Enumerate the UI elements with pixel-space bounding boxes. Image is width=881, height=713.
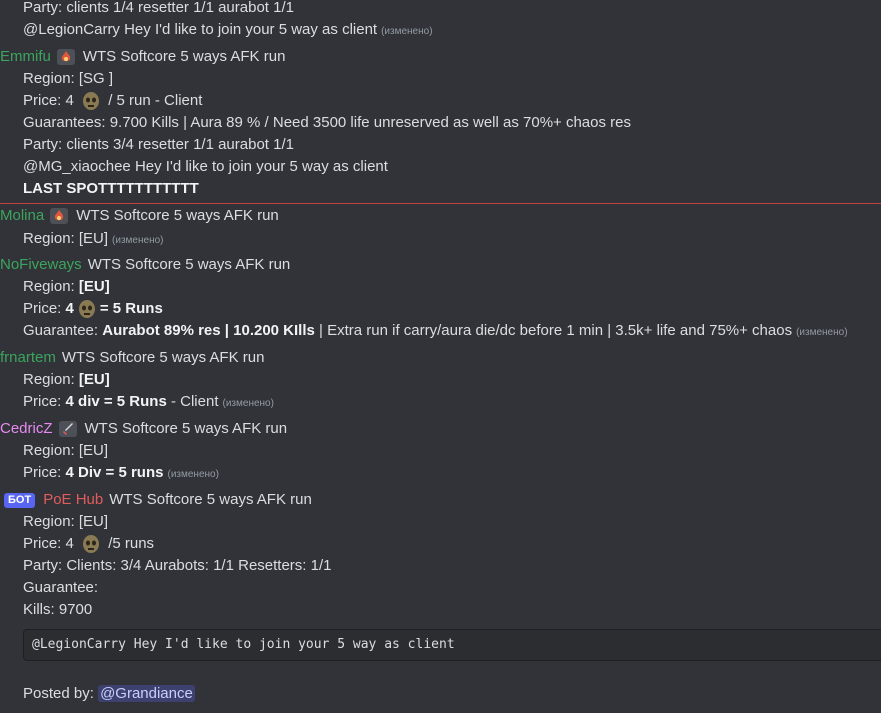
message-header: БОТ PoE Hub WTS Softcore 5 ways AFK run [0, 489, 312, 511]
message-line: Price: 4 div = 5 Runs - Client (изменено) [23, 391, 274, 415]
sword-icon [62, 423, 73, 435]
message-title: WTS Softcore 5 ways AFK run [61, 349, 265, 366]
message-header: Molina WTS Softcore 5 ways AFK run [0, 205, 279, 227]
message-header: CedricZ WTS Softcore 5 ways AFK run [0, 418, 287, 440]
message-header: Emmifu WTS Softcore 5 ways AFK run [0, 46, 285, 68]
role-icon[interactable] [56, 49, 75, 65]
message-line: Region: [EU] [23, 369, 110, 391]
price-label: Price: [23, 464, 62, 481]
price-value: 4 Div = 5 runs [65, 464, 164, 481]
message-line: Price: 4 / 5 run - Client [23, 90, 202, 112]
message-line: Posted by: @Grandiance [23, 683, 195, 705]
edited-label: (изменено) [167, 469, 219, 480]
author-name[interactable]: PoE Hub [43, 489, 103, 511]
guarantee-bold: Aurabot 89% res | 10.200 KIlls [102, 322, 315, 339]
role-icon[interactable] [58, 421, 77, 437]
message-line: Kills: 9700 [23, 601, 93, 618]
author-name[interactable]: CedricZ [0, 418, 53, 440]
author-name[interactable]: Emmifu [0, 46, 51, 68]
edited-label: (изменено) [796, 327, 848, 338]
message-line: Party: clients 1/4 resetter 1/1 aurabot … [23, 0, 294, 16]
message-line: @MG_xiaochee Hey I'd like to join your 5… [23, 158, 388, 175]
price-runs: = 5 Runs [99, 300, 163, 317]
message-header: NoFiveways WTS Softcore 5 ways AFK run [0, 254, 290, 276]
flame-icon [54, 210, 64, 221]
message-title: WTS Softcore 5 ways AFK run [109, 491, 312, 508]
code-block[interactable]: @LegionCarry Hey I'd like to join your 5… [23, 629, 881, 661]
author-name[interactable]: Molina [0, 205, 44, 227]
message-title: WTS Softcore 5 ways AFK run [76, 207, 279, 224]
message-line: LAST SPOTTTTTTTTTTT [23, 180, 199, 197]
posted-by-label: Posted by: [23, 685, 94, 702]
user-mention[interactable]: @Grandiance [98, 685, 195, 702]
message-title: WTS Softcore 5 ways AFK run [84, 420, 288, 437]
message-text: Region: [EU] [23, 230, 109, 247]
region-value: [EU] [78, 278, 110, 295]
divine-orb-icon [83, 535, 100, 554]
message-line: @LegionCarry Hey I'd like to join your 5… [23, 19, 433, 43]
message-title: WTS Softcore 5 ways AFK run [82, 48, 286, 65]
message-line: Region: [EU] [23, 442, 109, 459]
message-header: frnartem WTS Softcore 5 ways AFK run [0, 347, 264, 369]
message-line: Guarantee: [23, 579, 99, 596]
price-value: 4 [65, 300, 74, 317]
message-line: Price: 4 = 5 Runs [23, 298, 163, 320]
message-line: Guarantees: 9.700 Kills | Aura 89 % / Ne… [23, 114, 631, 131]
divine-orb-icon [78, 300, 95, 319]
message-line: Price: 4 /5 runs [23, 533, 154, 555]
price-label: Price: 4 [23, 92, 74, 109]
bot-badge: БОТ [4, 492, 36, 508]
chat-messages: Party: clients 1/4 resetter 1/1 aurabot … [0, 0, 881, 713]
message-line: Party: clients 3/4 resetter 1/1 aurabot … [23, 136, 294, 153]
message-line: Party: Clients: 3/4 Aurabots: 1/1 Resett… [23, 557, 332, 574]
price-label: Price: [23, 300, 62, 317]
edited-label: (изменено) [222, 398, 274, 409]
edited-label: (изменено) [381, 26, 433, 37]
flame-icon [61, 51, 71, 62]
guarantee-text: | Extra run if carry/aura die/dc before … [319, 322, 793, 339]
role-icon[interactable] [50, 208, 69, 224]
guarantee-label: Guarantee: [23, 322, 99, 339]
price-label: Price: 4 [23, 535, 74, 552]
price-text: /5 runs [108, 535, 155, 552]
new-messages-divider [0, 203, 881, 204]
author-name[interactable]: frnartem [0, 347, 56, 369]
region-label: Region: [23, 371, 75, 388]
price-text: - Client [170, 393, 219, 410]
message-line: Price: 4 Div = 5 runs (изменено) [23, 462, 219, 486]
region-label: Region: [23, 278, 75, 295]
message-line: Region: [EU] [23, 513, 109, 530]
price-label: Price: [23, 393, 62, 410]
message-line: Guarantee: Aurabot 89% res | 10.200 KIll… [23, 320, 848, 344]
author-name[interactable]: NoFiveways [0, 254, 82, 276]
price-text: / 5 run - Client [108, 92, 203, 109]
message-line: Region: [EU] (изменено) [23, 228, 163, 252]
message-title: WTS Softcore 5 ways AFK run [87, 256, 291, 273]
message-text: @LegionCarry Hey I'd like to join your 5… [23, 21, 378, 38]
region-value: [EU] [78, 371, 110, 388]
edited-label: (изменено) [112, 235, 164, 246]
message-line: Region: [SG ] [23, 70, 114, 87]
price-value: 4 div = 5 Runs [65, 393, 167, 410]
divine-orb-icon [83, 92, 100, 111]
message-line: Region: [EU] [23, 276, 110, 298]
